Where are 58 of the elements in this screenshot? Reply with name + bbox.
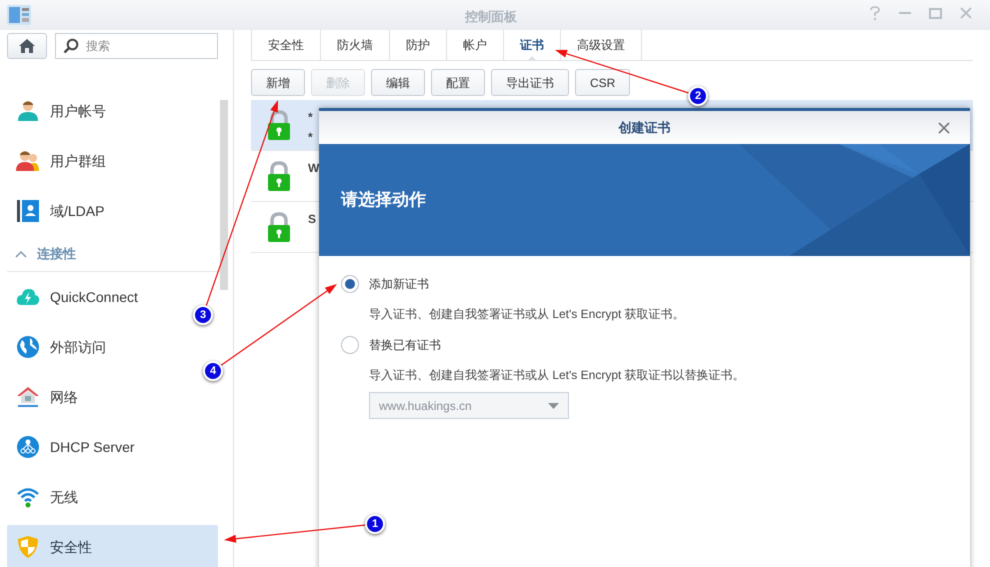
sidebar-item[interactable]: 外部访问 <box>7 325 115 369</box>
tab[interactable]: 防护 <box>390 30 447 60</box>
network-hub-icon <box>16 435 40 459</box>
people-icon <box>16 149 40 173</box>
home-button[interactable] <box>7 33 47 59</box>
wifi-icon <box>16 485 40 509</box>
tab[interactable]: 帐户 <box>447 30 504 60</box>
dialog-title: 创建证书 <box>618 118 670 137</box>
step-number-marker: 2 <box>688 86 708 106</box>
directory-icon <box>16 199 40 223</box>
window-title: 控制面板 <box>465 8 517 26</box>
section-header: 连接性 <box>37 244 76 263</box>
toolbar-button[interactable]: CSR <box>575 69 630 96</box>
tab[interactable]: 安全性 <box>251 30 321 60</box>
step-number-marker: 4 <box>203 361 223 381</box>
close-icon[interactable] <box>960 7 972 19</box>
sidebar-item[interactable]: 安全性 <box>7 525 218 567</box>
certificate-name: W <box>308 161 320 175</box>
toolbar-button[interactable]: 新增 <box>251 69 305 96</box>
sidebar-item[interactable]: 用户帐号 <box>7 89 115 133</box>
padlock-icon <box>268 212 290 242</box>
option-description: 导入证书、创建自我签署证书或从 Let's Encrypt 获取证书以替换证书。 <box>369 367 746 384</box>
app-icon <box>7 5 31 25</box>
padlock-icon <box>268 161 290 191</box>
padlock-icon <box>268 110 290 140</box>
sidebar-item[interactable]: 无线 <box>7 475 87 519</box>
dialog-heading: 请选择动作 <box>341 189 426 212</box>
search-field[interactable]: 搜索 <box>55 33 218 59</box>
close-icon[interactable] <box>938 122 950 134</box>
maximize-icon[interactable] <box>929 8 942 18</box>
sidebar-item[interactable]: 用户群组 <box>7 139 115 183</box>
option-label: 添加新证书 <box>369 276 429 293</box>
globe-icon <box>16 335 40 359</box>
step-number-marker: 3 <box>193 305 213 325</box>
caret-icon <box>548 402 559 408</box>
toolbar-button[interactable]: 导出证书 <box>491 69 569 96</box>
help-icon[interactable] <box>869 6 881 20</box>
sidebar-item[interactable]: DHCP Server <box>7 425 144 469</box>
certificate-name: * <box>308 130 313 144</box>
toolbar-button[interactable]: 编辑 <box>371 69 425 96</box>
home-icon <box>18 38 36 54</box>
sidebar-item[interactable]: 域/LDAP <box>7 189 114 233</box>
option-description: 导入证书、创建自我签署证书或从 Let's Encrypt 获取证书。 <box>369 306 686 323</box>
radio-button[interactable] <box>341 336 359 354</box>
house-icon <box>16 385 40 409</box>
person-icon <box>16 99 40 123</box>
search-icon <box>63 38 79 54</box>
certificate-name: * <box>308 110 313 124</box>
certificate-name: S <box>308 212 316 226</box>
sidebar-item[interactable]: QuickConnect <box>7 275 147 319</box>
option-label: 替换已有证书 <box>369 337 441 354</box>
radio-button[interactable] <box>341 275 359 293</box>
chevron-up-icon[interactable] <box>15 250 27 258</box>
sidebar-item[interactable]: 网络 <box>7 375 87 419</box>
shield-icon <box>16 535 40 559</box>
tab[interactable]: 防火墙 <box>321 30 390 60</box>
scrollbar[interactable] <box>220 100 228 290</box>
toolbar-button[interactable]: 配置 <box>431 69 485 96</box>
